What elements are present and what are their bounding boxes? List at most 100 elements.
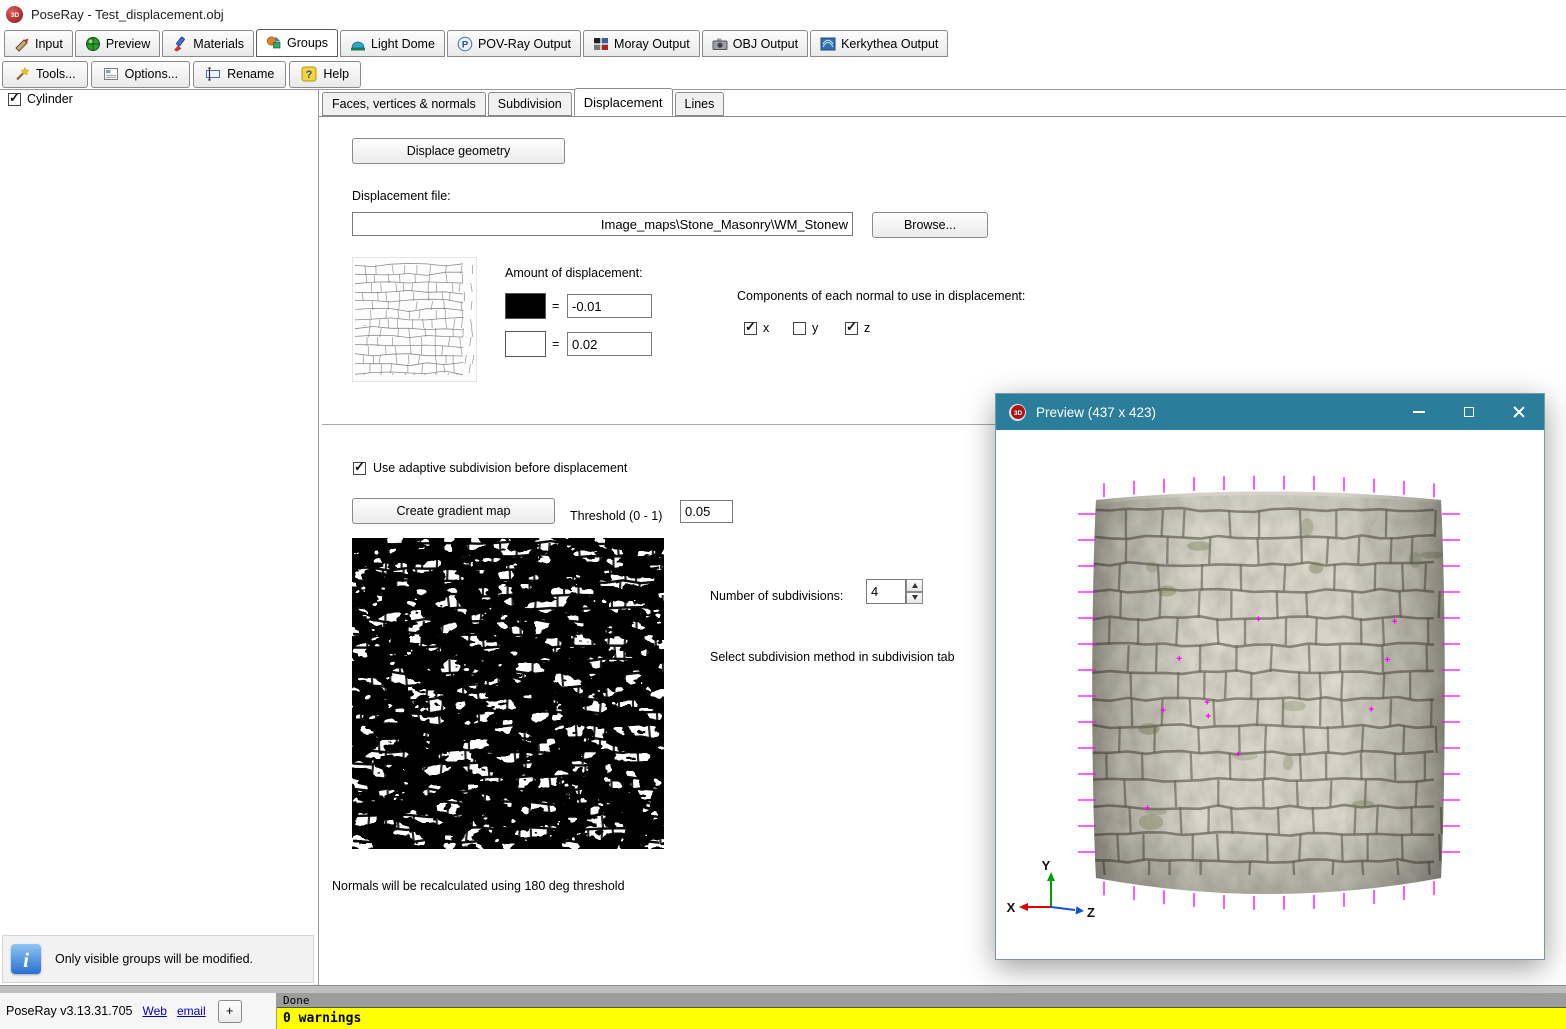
- create-gradient-map-button[interactable]: Create gradient map: [352, 498, 555, 524]
- groups-note-text: Only visible groups will be modified.: [55, 952, 253, 966]
- z-label: z: [864, 321, 870, 335]
- y-checkbox[interactable]: [793, 322, 806, 335]
- component-z[interactable]: z: [845, 321, 870, 335]
- close-icon: [1512, 405, 1526, 419]
- axis-z-label: Z: [1087, 905, 1095, 920]
- up-arrow-icon: [912, 583, 918, 588]
- tab-label: OBJ Output: [733, 37, 798, 51]
- down-arrow-icon: [912, 595, 918, 600]
- subtab-lines[interactable]: Lines: [675, 92, 725, 116]
- light-dome-icon: [350, 36, 366, 52]
- input-icon: [14, 36, 30, 52]
- groups-list-panel: Cylinder i Only visible groups will be m…: [0, 90, 319, 985]
- subtab-displacement[interactable]: Displacement: [574, 88, 673, 116]
- subtab-subdivision[interactable]: Subdivision: [488, 92, 572, 116]
- browse-button[interactable]: Browse...: [872, 212, 988, 238]
- subtab-label: Subdivision: [498, 97, 562, 111]
- window-title: PoseRay - Test_displacement.obj: [31, 7, 224, 22]
- subtab-baseline: [318, 116, 1566, 117]
- preview-window: 3D Preview (437 x 423): [995, 393, 1545, 960]
- component-x[interactable]: x: [744, 321, 769, 335]
- maximize-icon: [1464, 407, 1474, 417]
- component-y[interactable]: y: [793, 321, 818, 335]
- rename-icon: [205, 66, 221, 82]
- toolbar: Tools... Options... Rename ? Help: [0, 59, 1566, 90]
- svg-text:3D: 3D: [1013, 410, 1022, 417]
- tab-label: Input: [35, 37, 63, 51]
- window-controls: [1394, 394, 1544, 430]
- options-button[interactable]: Options...: [91, 61, 191, 88]
- tab-groups[interactable]: Groups: [256, 29, 338, 57]
- displace-geometry-button[interactable]: Displace geometry: [352, 138, 565, 164]
- group-item-cylinder[interactable]: Cylinder: [8, 92, 73, 106]
- tools-button[interactable]: Tools...: [2, 61, 88, 88]
- poseray-window: 3D PoseRay - Test_displacement.obj Input…: [0, 0, 1566, 1029]
- subdivisions-input[interactable]: [866, 579, 906, 604]
- tab-materials[interactable]: Materials: [162, 30, 254, 57]
- version-text: PoseRay v3.13.31.705: [6, 1004, 132, 1018]
- tab-preview[interactable]: Preview: [75, 30, 160, 57]
- adaptive-subdivision-option[interactable]: Use adaptive subdivision before displace…: [353, 461, 627, 475]
- subdivisions-label: Number of subdivisions:: [710, 589, 843, 603]
- preview-title-bar[interactable]: 3D Preview (437 x 423): [996, 394, 1544, 430]
- tab-label: Light Dome: [371, 37, 435, 51]
- x-checkbox[interactable]: [744, 322, 757, 335]
- tab-label: Materials: [193, 37, 244, 51]
- preview-icon: [85, 36, 101, 52]
- toolbar-label: Tools...: [36, 67, 76, 81]
- tab-label: Moray Output: [614, 37, 690, 51]
- z-checkbox[interactable]: [845, 322, 858, 335]
- svg-text:3D: 3D: [10, 12, 19, 19]
- help-button[interactable]: ? Help: [289, 61, 361, 88]
- adaptive-subdivision-checkbox[interactable]: [353, 462, 366, 475]
- cylinder-checkbox[interactable]: [8, 93, 21, 106]
- tools-icon: [14, 66, 30, 82]
- expand-log-button[interactable]: +: [218, 1000, 242, 1023]
- groups-note-box: i Only visible groups will be modified.: [2, 935, 314, 983]
- black-amount-input[interactable]: [567, 294, 652, 318]
- tab-obj-output[interactable]: OBJ Output: [702, 30, 808, 57]
- groups-icon: [266, 35, 282, 51]
- subdivisions-up-button[interactable]: [906, 579, 923, 592]
- main-tab-bar: Input Preview Materials Groups Light Dom…: [0, 30, 1566, 57]
- close-button[interactable]: [1494, 394, 1544, 430]
- warnings-line: 0 warnings: [277, 1007, 1566, 1029]
- axis-y-label: Y: [1042, 858, 1051, 873]
- equals-sign: =: [552, 337, 559, 351]
- web-link[interactable]: Web: [142, 1004, 166, 1018]
- svg-text:?: ?: [306, 69, 313, 81]
- displacement-file-input[interactable]: [352, 212, 853, 236]
- subtab-faces[interactable]: Faces, vertices & normals: [322, 92, 486, 116]
- info-icon: i: [11, 944, 41, 974]
- threshold-label: Threshold (0 - 1): [570, 509, 662, 523]
- equals-sign: =: [552, 299, 559, 313]
- options-icon: [103, 66, 119, 82]
- tab-input[interactable]: Input: [4, 30, 73, 57]
- svg-text:P: P: [462, 39, 469, 50]
- x-label: x: [763, 321, 769, 335]
- toolbar-label: Options...: [125, 67, 179, 81]
- normals-note: Normals will be recalculated using 180 d…: [332, 879, 625, 893]
- subdivisions-down-button[interactable]: [906, 592, 923, 605]
- tab-moray-output[interactable]: Moray Output: [583, 30, 700, 57]
- group-item-label: Cylinder: [27, 92, 73, 106]
- email-link[interactable]: email: [177, 1004, 206, 1018]
- cylinder-render: Y X Z: [996, 430, 1544, 959]
- moray-icon: [593, 36, 609, 52]
- tab-povray-output[interactable]: P POV-Ray Output: [447, 30, 581, 57]
- povray-icon: P: [457, 36, 473, 52]
- tab-light-dome[interactable]: Light Dome: [340, 30, 445, 57]
- preview-viewport[interactable]: Y X Z: [996, 430, 1544, 959]
- subtab-label: Displacement: [584, 95, 663, 110]
- svg-text:i: i: [23, 948, 29, 972]
- tab-kerkythea-output[interactable]: Kerkythea Output: [810, 30, 948, 57]
- white-amount-input[interactable]: [567, 332, 652, 356]
- maximize-button[interactable]: [1444, 394, 1494, 430]
- status-bar-left: PoseRay v3.13.31.705 Web email +: [0, 993, 277, 1029]
- adaptive-subdivision-label: Use adaptive subdivision before displace…: [373, 461, 627, 475]
- minimize-button[interactable]: [1394, 394, 1444, 430]
- threshold-input[interactable]: [680, 500, 733, 523]
- toolbar-label: Rename: [227, 67, 274, 81]
- subtab-label: Faces, vertices & normals: [332, 97, 476, 111]
- rename-button[interactable]: Rename: [193, 61, 286, 88]
